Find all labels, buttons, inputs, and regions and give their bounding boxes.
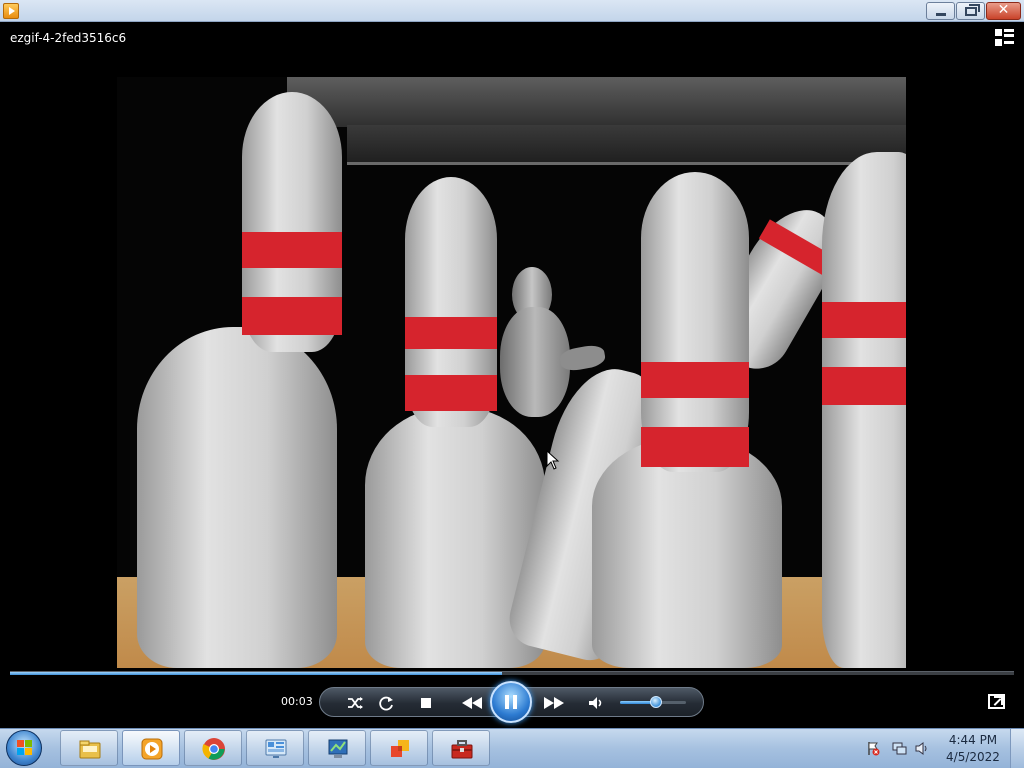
stop-icon [421, 698, 431, 708]
bowling-pin [822, 152, 906, 668]
mouse-cursor-icon [546, 450, 560, 470]
show-desktop-button[interactable] [1010, 729, 1024, 768]
volume-icon [589, 697, 602, 709]
repeat-button[interactable] [375, 692, 397, 714]
pause-button[interactable] [490, 681, 532, 723]
next-button[interactable] [540, 692, 568, 714]
clock-time[interactable]: 4:44 PM [942, 733, 1004, 747]
switch-to-library-button[interactable] [995, 29, 1014, 46]
bowling-pin [137, 327, 337, 668]
seek-bar[interactable] [10, 671, 1014, 675]
media-title: ezgif-4-2fed3516c6 [10, 31, 127, 45]
video-beam [347, 125, 906, 165]
google-chrome-icon [202, 738, 225, 760]
seek-bar-progress [10, 672, 502, 675]
pause-icon [505, 695, 517, 709]
minimize-button[interactable] [926, 2, 955, 20]
windows-logo-icon [17, 740, 33, 756]
next-icon [544, 697, 564, 709]
bowling-pin-neck [641, 172, 749, 472]
elapsed-time: 00:03 [281, 695, 313, 708]
previous-icon [462, 697, 482, 709]
media-player-window: ✕ ezgif-4-2fed3516c6 00:03 4:44 PM 4/5/2… [0, 0, 1024, 768]
taskbar-remote-desktop[interactable] [308, 730, 366, 766]
switch-to-library-icon-part [1004, 34, 1014, 37]
switch-to-library-icon [995, 29, 1002, 36]
close-button[interactable]: ✕ [986, 2, 1021, 20]
restore-button[interactable] [956, 2, 985, 20]
action-center-alert-icon[interactable] [866, 741, 881, 756]
close-icon: ✕ [997, 2, 1010, 18]
windows-media-player-icon[interactable] [3, 3, 19, 19]
network-icon[interactable] [892, 741, 907, 756]
switch-to-library-icon-part [1004, 29, 1014, 32]
bowling-pin-neck [242, 92, 342, 352]
shuffle-icon [348, 697, 363, 709]
switch-to-library-icon-part [1004, 41, 1014, 44]
control-panel-icon [265, 739, 287, 758]
previous-button[interactable] [458, 692, 486, 714]
minimize-icon [936, 13, 946, 16]
speaker-icon[interactable] [914, 741, 929, 756]
restore-icon [965, 4, 980, 16]
app-icon [391, 740, 409, 757]
video-ceiling [287, 77, 906, 127]
taskbar-google-chrome[interactable] [184, 730, 242, 766]
stop-button[interactable] [415, 692, 437, 714]
taskbar-app[interactable] [370, 730, 428, 766]
window-title-bar[interactable]: ✕ [0, 0, 1024, 22]
bowling-pin-neck [405, 177, 497, 427]
toolbox-icon [451, 740, 473, 759]
switch-to-library-icon-part [995, 39, 1002, 46]
windows-media-player-icon [141, 738, 163, 760]
taskbar-toolbox[interactable] [432, 730, 490, 766]
fullscreen-button[interactable] [988, 694, 1005, 709]
taskbar-windows-media-player[interactable] [122, 730, 180, 766]
shuffle-button[interactable] [344, 692, 366, 714]
start-button[interactable] [6, 730, 42, 766]
video-frame[interactable] [117, 77, 906, 668]
volume-slider-thumb[interactable] [650, 696, 662, 708]
repeat-icon [379, 696, 393, 711]
mute-button[interactable] [585, 692, 607, 714]
windows-explorer-icon [79, 740, 101, 759]
clock-date[interactable]: 4/5/2022 [942, 750, 1004, 764]
taskbar-windows-explorer[interactable] [60, 730, 118, 766]
taskbar-control-panel[interactable] [246, 730, 304, 766]
remote-desktop-icon [328, 739, 348, 758]
